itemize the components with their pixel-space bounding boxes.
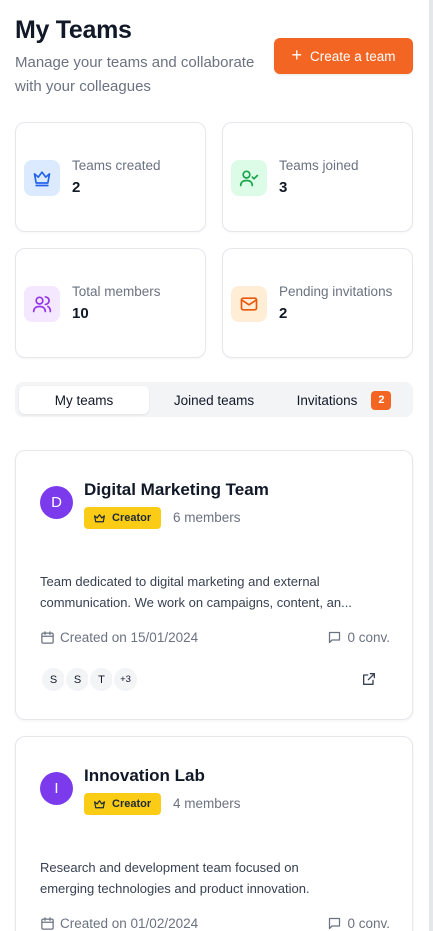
- team-meta: Created on 01/02/2024 0 conv.: [40, 913, 390, 931]
- stat-card-teams-created: Teams created 2: [15, 122, 206, 232]
- tab-label: Joined teams: [173, 392, 255, 408]
- stat-label: Pending invitations: [279, 284, 393, 299]
- team-name[interactable]: Digital Marketing Team: [84, 480, 269, 500]
- team-tabs: My teams Joined teams Invitations 2: [15, 382, 413, 417]
- message-icon: [329, 917, 341, 929]
- team-card[interactable]: I Innovation Lab Creator 4 members Resea…: [15, 736, 413, 931]
- my-teams-page: My Teams Manage your teams and collabora…: [0, 0, 429, 931]
- create-team-label: Create a team: [309, 48, 396, 64]
- tab-label: Invitations: [296, 392, 358, 408]
- team-name[interactable]: Innovation Lab: [84, 766, 205, 786]
- stat-card-teams-joined: Teams joined 3: [222, 122, 413, 232]
- creator-badge: Creator: [84, 507, 162, 529]
- member-avatar: S: [64, 666, 91, 693]
- tab-label: My teams: [54, 392, 114, 408]
- role-label: Creator: [112, 512, 152, 524]
- member-avatar: S: [40, 666, 67, 693]
- description-line: Team dedicated to digital marketing and …: [40, 574, 320, 589]
- creator-badge: Creator: [84, 793, 162, 815]
- create-team-button[interactable]: + Create a team: [274, 38, 413, 74]
- member-count: 6 members: [173, 510, 241, 525]
- description-line: emerging technologies and product innova…: [40, 881, 310, 896]
- external-link-icon[interactable]: [360, 670, 378, 688]
- tab-joined-teams[interactable]: Joined teams: [149, 386, 279, 414]
- team-avatar: I: [40, 772, 73, 805]
- member-avatars: S S T +3: [40, 666, 139, 693]
- calendar-icon: [41, 630, 54, 644]
- member-count: 4 members: [173, 796, 241, 811]
- stat-value: 2: [279, 305, 288, 322]
- stat-label: Teams joined: [279, 158, 359, 173]
- tab-my-teams[interactable]: My teams: [19, 386, 149, 414]
- crown-icon: [94, 799, 105, 808]
- stat-card-total-members: Total members 10: [15, 248, 206, 358]
- team-meta: Created on 15/01/2024 0 conv.: [40, 627, 390, 647]
- invitations-count-badge: 2: [371, 390, 392, 410]
- team-card[interactable]: D Digital Marketing Team Creator 6 membe…: [15, 450, 413, 720]
- stat-value: 10: [72, 305, 89, 322]
- description-line: Research and development team focused on: [40, 860, 299, 875]
- scrollbar-track[interactable]: [429, 0, 433, 931]
- team-description: Team dedicated to digital marketing and …: [40, 571, 390, 613]
- crown-icon: [24, 160, 60, 196]
- stat-value: 2: [72, 179, 81, 196]
- users-icon: [24, 286, 60, 322]
- conversation-count: 0 conv.: [347, 629, 390, 645]
- plus-icon: +: [291, 45, 302, 65]
- page-subtitle: Manage your teams and collaborate with y…: [15, 54, 255, 95]
- team-description: Research and development team focused on…: [40, 857, 390, 899]
- mail-icon: [231, 286, 267, 322]
- member-avatar: T: [88, 666, 115, 693]
- stat-card-pending-invitations: Pending invitations 2: [222, 248, 413, 358]
- role-label: Creator: [112, 798, 152, 810]
- stat-label: Total members: [72, 284, 161, 299]
- crown-icon: [94, 513, 105, 522]
- calendar-icon: [41, 916, 54, 930]
- stat-label: Teams created: [72, 158, 161, 173]
- team-avatar: D: [40, 486, 73, 519]
- message-icon: [329, 631, 341, 643]
- page-title: My Teams: [15, 16, 132, 44]
- conversation-count: 0 conv.: [347, 915, 390, 931]
- tab-invitations[interactable]: Invitations 2: [279, 386, 409, 414]
- created-date: Created on 01/02/2024: [60, 915, 199, 931]
- stat-value: 3: [279, 179, 288, 196]
- more-members: +3: [112, 666, 139, 693]
- user-check-icon: [231, 160, 267, 196]
- created-date: Created on 15/01/2024: [60, 629, 199, 645]
- description-line: communication. We work on campaigns, con…: [40, 595, 352, 610]
